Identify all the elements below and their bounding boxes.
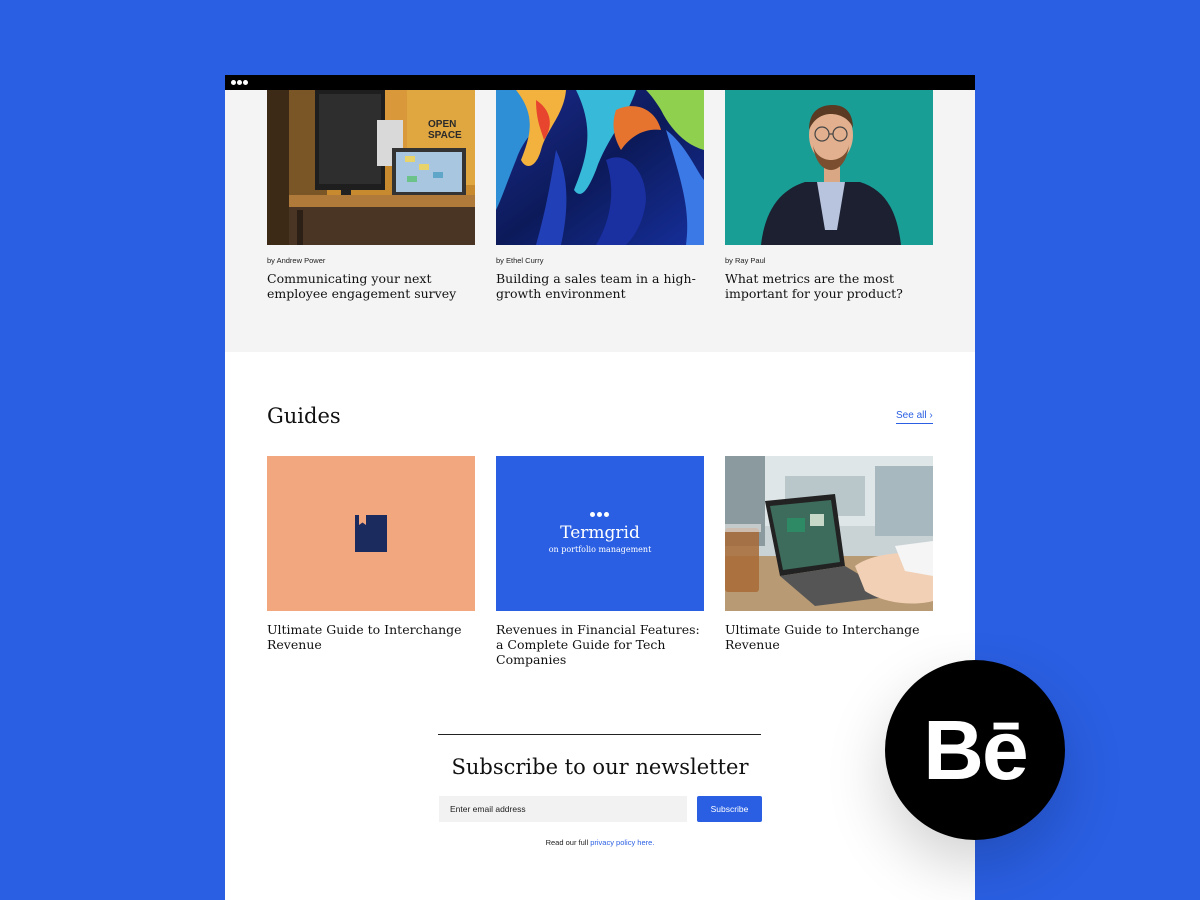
office-sign-text: OPEN SPACE xyxy=(428,119,462,141)
termgrid-subtitle: on portfolio management xyxy=(548,545,652,554)
bookmark-cover[interactable] xyxy=(267,456,475,611)
window-dot-icon xyxy=(237,80,242,85)
bookmark-book-icon xyxy=(355,515,387,552)
behance-logo-badge: Bē xyxy=(885,660,1065,840)
window-titlebar xyxy=(225,75,975,90)
email-field[interactable] xyxy=(439,796,687,822)
article-card[interactable]: by Ethel Curry Building a sales team in … xyxy=(496,90,704,301)
article-author: by Ethel Curry xyxy=(496,256,544,265)
guide-title[interactable]: Revenues in Financial Features: a Comple… xyxy=(496,622,711,667)
guide-card[interactable]: Ultimate Guide to Interchange Revenue xyxy=(725,456,933,652)
abstract-gradient-art[interactable] xyxy=(496,90,704,245)
article-author: by Ray Paul xyxy=(725,256,766,265)
portrait-photo[interactable] xyxy=(725,90,933,245)
newsletter-title: Subscribe to our newsletter xyxy=(451,755,749,779)
guide-card[interactable]: Termgrid on portfolio management Revenue… xyxy=(496,456,704,667)
termgrid-cover[interactable]: Termgrid on portfolio management xyxy=(496,456,704,611)
office-desk-photo[interactable]: OPEN SPACE xyxy=(267,90,475,245)
subscribe-button[interactable]: Subscribe xyxy=(697,796,762,822)
window-dot-icon xyxy=(231,80,236,85)
guide-title[interactable]: Ultimate Guide to Interchange Revenue xyxy=(725,622,940,652)
article-author: by Andrew Power xyxy=(267,256,326,265)
termgrid-dot-icon xyxy=(604,512,609,517)
article-card[interactable]: OPEN SPACE by Andrew Power Communicating… xyxy=(267,90,475,301)
guide-title[interactable]: Ultimate Guide to Interchange Revenue xyxy=(267,622,482,652)
guide-card[interactable]: Ultimate Guide to Interchange Revenue xyxy=(267,456,475,652)
privacy-note: Read our full privacy policy here. xyxy=(225,838,975,847)
privacy-prefix: Read our full xyxy=(545,838,591,847)
privacy-policy-link[interactable]: privacy policy here. xyxy=(590,838,654,847)
newsletter-divider xyxy=(438,734,761,735)
articles-section: OPEN SPACE by Andrew Power Communicating… xyxy=(225,90,975,352)
termgrid-dot-icon xyxy=(597,512,602,517)
behance-icon: Bē xyxy=(923,703,1028,797)
article-title[interactable]: Building a sales team in a high-growth e… xyxy=(496,271,711,301)
termgrid-brand: Termgrid xyxy=(560,523,640,543)
window-dot-icon xyxy=(243,80,248,85)
see-all-link[interactable]: See all › xyxy=(896,410,933,424)
laptop-cafe-photo[interactable] xyxy=(725,456,933,611)
browser-window: OPEN SPACE by Andrew Power Communicating… xyxy=(225,75,975,900)
guides-heading: Guides xyxy=(267,404,341,428)
termgrid-dot-icon xyxy=(590,512,595,517)
article-card[interactable]: by Ray Paul What metrics are the most im… xyxy=(725,90,933,301)
article-title[interactable]: Communicating your next employee engagem… xyxy=(267,271,482,301)
article-title[interactable]: What metrics are the most important for … xyxy=(725,271,940,301)
